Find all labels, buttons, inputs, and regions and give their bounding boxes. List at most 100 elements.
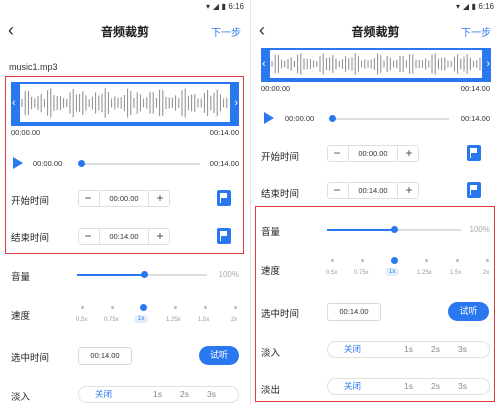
- flag-icon[interactable]: [217, 228, 231, 244]
- speed-option[interactable]: 0.5x: [326, 270, 337, 276]
- start-time-value[interactable]: 00:00.00: [348, 146, 398, 161]
- volume-percent: 100%: [469, 225, 490, 234]
- fade-option-selected[interactable]: 关闭: [344, 342, 361, 357]
- speed-option[interactable]: 2x: [483, 270, 489, 276]
- right-handle-arrow-icon[interactable]: ›: [486, 58, 490, 70]
- fade-in-label: 淡入: [11, 392, 31, 403]
- end-time-stepper[interactable]: − 00:14.00 +: [78, 228, 170, 245]
- start-time-value[interactable]: 00:00.00: [99, 191, 149, 206]
- player-total-time: 00:14.00: [209, 159, 239, 168]
- fade-option[interactable]: 2s: [180, 387, 189, 402]
- speed-dot[interactable]: [331, 259, 334, 262]
- decrement-icon[interactable]: −: [79, 229, 97, 244]
- fade-option[interactable]: 1s: [153, 387, 162, 402]
- speed-option[interactable]: 0.5x: [76, 317, 87, 323]
- decrement-icon[interactable]: −: [328, 146, 346, 161]
- selected-time-field[interactable]: 00:14.00: [78, 347, 132, 365]
- fade-out-selector[interactable]: 关闭 1s 2s 3s: [327, 378, 490, 395]
- speed-thumb[interactable]: [391, 257, 398, 264]
- volume-fill: [77, 274, 143, 276]
- volume-thumb[interactable]: [391, 226, 398, 233]
- flag-icon[interactable]: [217, 190, 231, 206]
- battery-icon: ▮: [221, 2, 226, 11]
- increment-icon[interactable]: +: [151, 229, 169, 244]
- speed-option-selected[interactable]: 1x: [134, 315, 149, 323]
- status-time: 6:16: [228, 2, 244, 11]
- selected-time-field[interactable]: 00:14.00: [327, 303, 381, 321]
- waveform-baseline: [261, 80, 491, 82]
- flag-icon[interactable]: [467, 182, 481, 198]
- left-handle-arrow-icon[interactable]: ‹: [12, 97, 16, 109]
- end-time-value[interactable]: 00:14.00: [99, 229, 149, 244]
- fade-option[interactable]: 2s: [431, 342, 440, 357]
- decrement-icon[interactable]: −: [79, 191, 97, 206]
- speed-option[interactable]: 1.5x: [450, 270, 461, 276]
- increment-icon[interactable]: +: [151, 191, 169, 206]
- wave-start-time: 00:00.00: [261, 84, 291, 93]
- player-progress-track[interactable]: [331, 118, 449, 120]
- fade-in-selector[interactable]: 关闭 1s 2s 3s: [327, 341, 490, 358]
- speed-dot[interactable]: [234, 306, 237, 309]
- play-icon[interactable]: [264, 112, 274, 124]
- start-time-label: 开始时间: [11, 196, 50, 207]
- status-bar: ▾ ◢ ▮ 6:16: [0, 0, 250, 13]
- fade-option-selected[interactable]: 关闭: [344, 379, 361, 394]
- player-progress-track[interactable]: [80, 163, 200, 165]
- next-step-button[interactable]: 下一步: [461, 24, 491, 39]
- speed-dot[interactable]: [174, 306, 177, 309]
- speed-option[interactable]: 0.75x: [354, 270, 369, 276]
- increment-icon[interactable]: +: [400, 146, 418, 161]
- speed-option[interactable]: 1.25x: [417, 270, 432, 276]
- fade-in-label: 淡入: [261, 348, 281, 359]
- fade-option[interactable]: 3s: [207, 387, 216, 402]
- wifi-icon: ▾: [455, 2, 460, 11]
- speed-option[interactable]: 0.75x: [104, 317, 119, 323]
- increment-icon[interactable]: +: [400, 183, 418, 198]
- speed-option[interactable]: 2x: [231, 317, 237, 323]
- player-current-time: 00:00.00: [33, 159, 63, 168]
- speed-dot[interactable]: [111, 306, 114, 309]
- fade-option[interactable]: 3s: [458, 379, 467, 394]
- speed-dot[interactable]: [486, 259, 489, 262]
- speed-thumb[interactable]: [140, 304, 147, 311]
- wave-end-time: 00:14.00: [209, 128, 239, 137]
- status-time: 6:16: [478, 2, 494, 11]
- speed-dot[interactable]: [456, 259, 459, 262]
- status-bar: ▾ ◢ ▮ 6:16: [251, 0, 500, 13]
- speed-dot[interactable]: [81, 306, 84, 309]
- fade-option[interactable]: 2s: [431, 379, 440, 394]
- speed-option[interactable]: 1.25x: [166, 317, 181, 323]
- speed-dot[interactable]: [361, 259, 364, 262]
- speed-option[interactable]: 1.5x: [198, 317, 209, 323]
- listen-button[interactable]: 试听: [448, 302, 489, 321]
- end-time-value[interactable]: 00:14.00: [348, 183, 398, 198]
- end-time-stepper[interactable]: − 00:14.00 +: [327, 182, 419, 199]
- player-progress-thumb[interactable]: [78, 160, 85, 167]
- fade-option[interactable]: 1s: [404, 379, 413, 394]
- start-time-stepper[interactable]: − 00:00.00 +: [78, 190, 170, 207]
- volume-thumb[interactable]: [141, 271, 148, 278]
- start-time-stepper[interactable]: − 00:00.00 +: [327, 145, 419, 162]
- right-handle-arrow-icon[interactable]: ›: [234, 97, 238, 109]
- end-time-label: 结束时间: [11, 233, 50, 244]
- fade-in-selector[interactable]: 关闭 1s 2s 3s: [78, 386, 239, 403]
- play-icon[interactable]: [13, 157, 23, 169]
- flag-icon[interactable]: [467, 145, 481, 161]
- fade-option[interactable]: 1s: [404, 342, 413, 357]
- waveform-selector[interactable]: ‹ ›: [11, 82, 239, 124]
- listen-button[interactable]: 试听: [199, 346, 239, 365]
- next-step-button[interactable]: 下一步: [211, 24, 241, 39]
- speed-dot[interactable]: [204, 306, 207, 309]
- left-screen: ▾ ◢ ▮ 6:16 ‹ 音频裁剪 下一步 music1.mp3 ‹ › 00:…: [0, 0, 250, 404]
- fade-option-selected[interactable]: 关闭: [95, 387, 112, 402]
- fade-option[interactable]: 3s: [458, 342, 467, 357]
- left-handle-arrow-icon[interactable]: ‹: [262, 58, 266, 70]
- waveform-selector[interactable]: ‹ ›: [261, 48, 491, 80]
- player-progress-thumb[interactable]: [329, 115, 336, 122]
- speed-dot[interactable]: [425, 259, 428, 262]
- speed-option-selected[interactable]: 1x: [385, 268, 400, 276]
- waveform-baseline: [11, 124, 239, 126]
- volume-label: 音量: [11, 272, 31, 283]
- decrement-icon[interactable]: −: [328, 183, 346, 198]
- battery-icon: ▮: [471, 2, 476, 11]
